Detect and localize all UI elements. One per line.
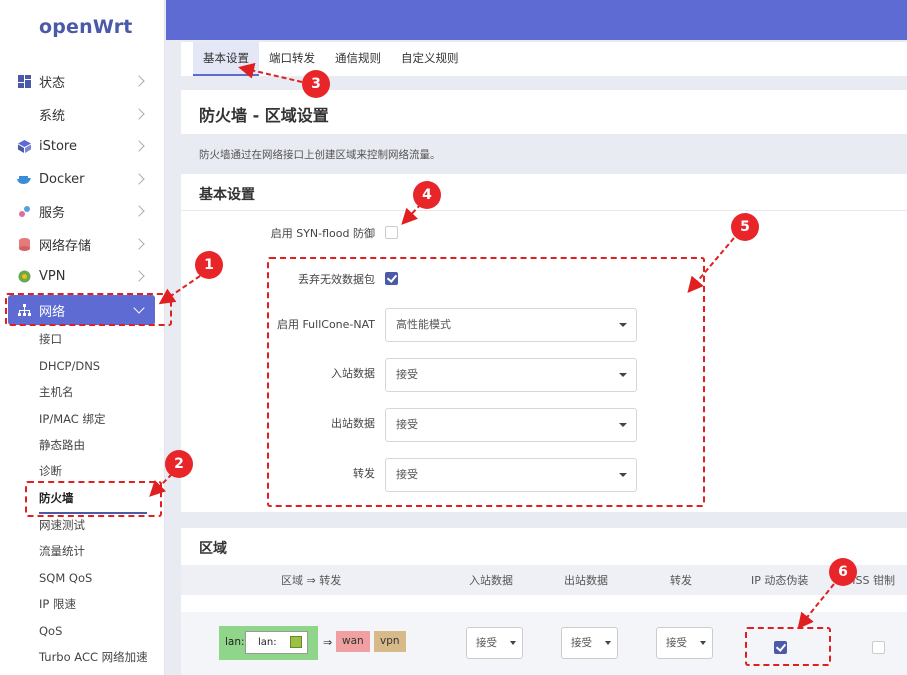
subnav-dhcp-dns[interactable]: DHCP/DNS [39, 358, 100, 374]
subnav-traffic-stats[interactable]: 流量统计 [39, 543, 85, 559]
subnav-ip-mac-binding[interactable]: IP/MAC 绑定 [39, 411, 105, 427]
mss-clamp-checkbox[interactable] [872, 641, 885, 654]
col-masquerade: IP 动态伪装 [751, 574, 809, 587]
chevron-right-icon [133, 270, 145, 282]
divider [181, 210, 907, 211]
tab-custom-rules[interactable]: 自定义规则 [391, 42, 469, 76]
zone-name: lan: [225, 636, 245, 648]
vpn-icon [17, 269, 31, 283]
sidebar-item-label: 网络存储 [39, 238, 92, 254]
subnav-turbo-acc[interactable]: Turbo ACC 网络加速 [39, 649, 148, 665]
zone-output-value: 接受 [571, 637, 592, 649]
subnav-speedtest[interactable]: 网速测试 [39, 517, 85, 533]
subnav-interfaces[interactable]: 接口 [39, 331, 62, 347]
col-forward: 转发 [670, 574, 692, 587]
annotation-box-1 [5, 293, 172, 326]
subnav-static-routes[interactable]: 静态路由 [39, 437, 85, 453]
services-icon [17, 204, 31, 218]
sidebar-item-docker[interactable]: Docker [8, 164, 155, 194]
chevron-right-icon [133, 173, 145, 185]
sidebar-item-storage[interactable]: 网络存储 [8, 229, 155, 259]
openwrt-logo: openWrt [39, 16, 133, 38]
chevron-right-icon [133, 108, 145, 120]
annotation-box-6 [745, 627, 831, 666]
dropdown-caret-icon [510, 641, 516, 645]
chevron-right-icon [133, 140, 145, 152]
syn-flood-checkbox[interactable] [385, 226, 398, 239]
annotation-box-5 [267, 257, 705, 507]
zone-input-value: 接受 [476, 637, 497, 649]
zone-forward-select[interactable]: 接受 [656, 627, 713, 659]
sidebar-item-label: Docker [39, 171, 85, 187]
sidebar-item-status[interactable]: 状态 [8, 66, 155, 96]
lan-zone-badge[interactable]: lan: lan: [219, 626, 318, 660]
annotation-number-3: 3 [302, 70, 330, 98]
subnav-ip-limit[interactable]: IP 限速 [39, 596, 76, 612]
vpn-zone-badge: vpn [374, 631, 406, 652]
sidebar-item-services[interactable]: 服务 [8, 196, 155, 226]
sidebar-item-label: iStore [39, 138, 77, 154]
subnav-diagnostics[interactable]: 诊断 [39, 463, 62, 479]
annotation-number-1: 1 [195, 251, 223, 279]
chevron-right-icon [133, 205, 145, 217]
sidebar-item-vpn[interactable]: VPN [8, 261, 155, 291]
col-zone-forward: 区域 ⇒ 转发 [281, 574, 342, 587]
zone-forward-value: 接受 [666, 637, 687, 649]
forward-arrow: ⇒ [323, 636, 333, 649]
interface-name: lan: [258, 637, 277, 648]
zone-input-select[interactable]: 接受 [466, 627, 523, 659]
sidebar-item-label: VPN [39, 268, 66, 284]
subnav-hostnames[interactable]: 主机名 [39, 384, 74, 400]
page-description: 防火墙通过在网络接口上创建区域来控制网络流量。 [199, 149, 441, 161]
tab-bar: 基本设置 端口转发 通信规则 自定义规则 [181, 42, 907, 76]
annotation-number-5: 5 [731, 213, 759, 241]
sidebar-item-label: 系统 [39, 108, 66, 124]
interface-chip: lan: [245, 631, 308, 654]
sidebar-item-system[interactable]: 系统 [8, 99, 155, 129]
docker-whale-icon [17, 172, 31, 186]
sidebar-item-label: 服务 [39, 205, 66, 221]
subnav-sqm-qos[interactable]: SQM QoS [39, 570, 92, 586]
annotation-number-4: 4 [413, 181, 441, 209]
sidebar: openWrt 状态 系统 iStore Docker 服务 网络存储 VPN … [0, 0, 165, 675]
sidebar-item-label: 状态 [39, 75, 66, 91]
gear-icon [17, 107, 31, 121]
page-title: 防火墙 - 区域设置 [199, 106, 329, 125]
sidebar-item-istore[interactable]: iStore [8, 131, 155, 161]
col-output: 出站数据 [564, 574, 608, 587]
tab-traffic-rules[interactable]: 通信规则 [325, 42, 391, 76]
tab-basic-settings[interactable]: 基本设置 [193, 42, 259, 76]
annotation-box-2 [25, 481, 162, 517]
subnav-qos[interactable]: QoS [39, 623, 62, 639]
section-heading: 区域 [199, 541, 227, 557]
chevron-right-icon [133, 238, 145, 250]
annotation-number-6: 6 [829, 558, 857, 586]
col-input: 入站数据 [469, 574, 513, 587]
wan-zone-badge: wan [336, 631, 370, 652]
dropdown-caret-icon [605, 641, 611, 645]
zone-output-select[interactable]: 接受 [561, 627, 618, 659]
chevron-right-icon [133, 75, 145, 87]
title-card: 防火墙 - 区域设置 [181, 90, 907, 134]
top-bar [166, 0, 907, 40]
annotation-number-2: 2 [165, 450, 193, 478]
dropdown-caret-icon [700, 641, 706, 645]
store-cube-icon [17, 139, 31, 153]
storage-icon [17, 237, 31, 251]
syn-flood-label: 启用 SYN-flood 防御 [270, 227, 375, 240]
dashboard-icon [17, 74, 31, 88]
network-device-icon [290, 636, 302, 648]
section-heading: 基本设置 [199, 187, 255, 203]
